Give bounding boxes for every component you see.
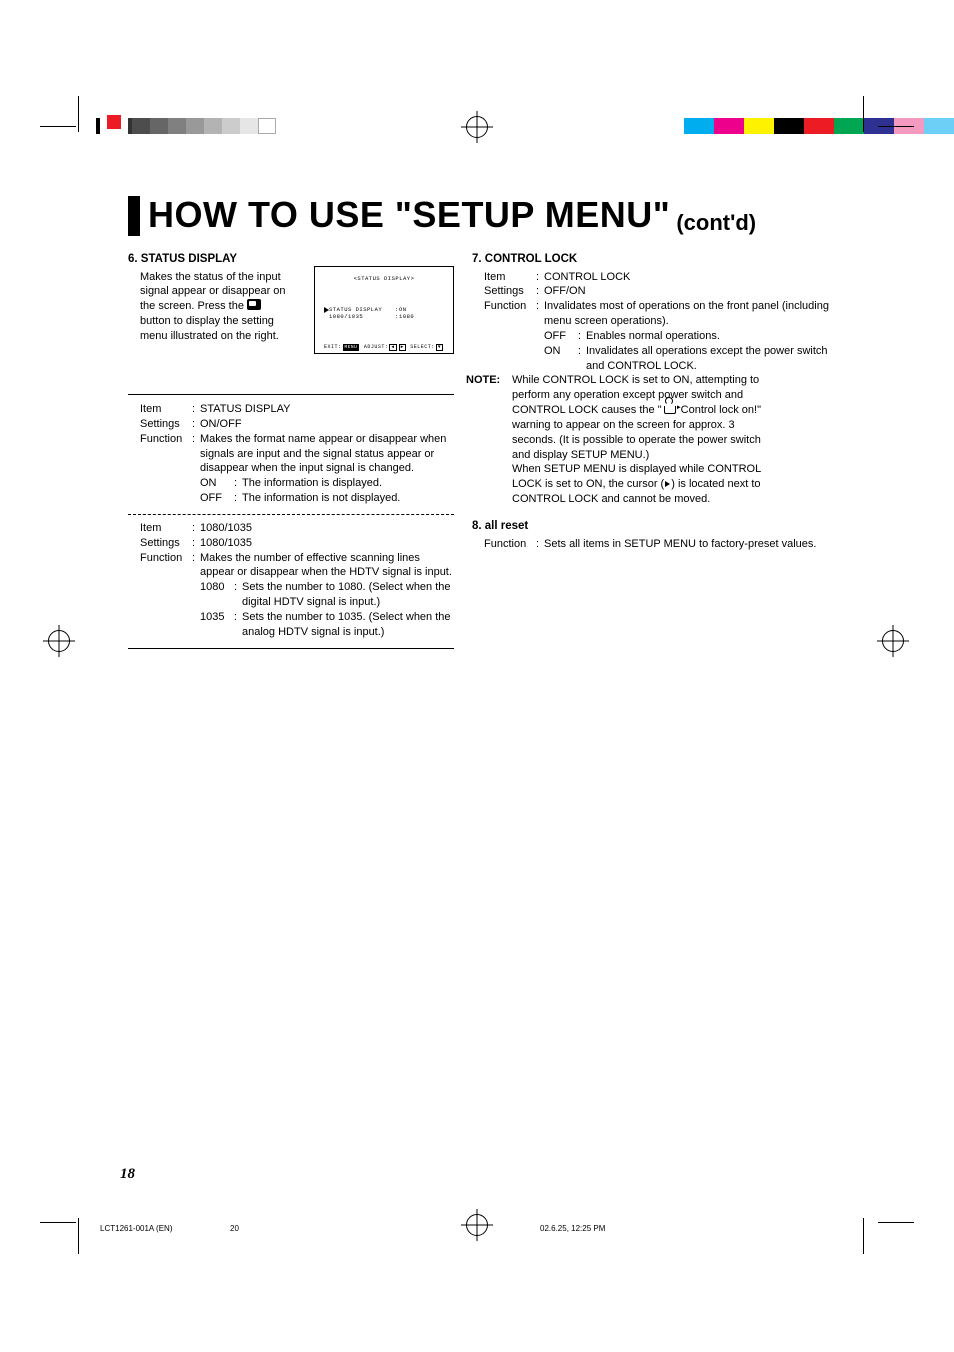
menu-key-icon: MENU bbox=[343, 344, 360, 351]
down-key-icon: ▼ bbox=[436, 344, 443, 351]
label-item: Item bbox=[484, 270, 536, 285]
item-control-lock: CONTROL LOCK bbox=[544, 270, 840, 285]
item-1080-1035: 1080/1035 bbox=[200, 521, 454, 536]
crop-mark bbox=[878, 1222, 914, 1223]
registration-crosshair-icon bbox=[882, 630, 904, 652]
section-6-intro: Makes the status of the input signal app… bbox=[140, 270, 320, 344]
label-function: Function bbox=[484, 299, 536, 329]
label-item: Item bbox=[140, 521, 192, 536]
registration-crosshair-icon bbox=[466, 1214, 488, 1236]
function-all-reset: Sets all items in SETUP MENU to factory-… bbox=[544, 537, 840, 552]
function-control-lock: Invalidates most of operations on the fr… bbox=[544, 299, 840, 329]
control-lock-note: NOTE: While CONTROL LOCK is set to ON, a… bbox=[466, 373, 840, 388]
left-key-icon: ◄ bbox=[389, 344, 396, 351]
divider bbox=[128, 394, 454, 395]
page-title-cont: (cont'd) bbox=[676, 210, 756, 236]
page-title-text: HOW TO USE "SETUP MENU" bbox=[148, 194, 670, 236]
settings-control-lock: OFF/ON bbox=[544, 284, 840, 299]
crop-mark bbox=[40, 126, 76, 127]
footer-sheet-num: 20 bbox=[230, 1224, 239, 1233]
function-status-display: Makes the format name appear or disappea… bbox=[200, 432, 454, 477]
divider bbox=[128, 514, 454, 515]
display-button-icon bbox=[247, 299, 261, 310]
label-settings: Settings bbox=[140, 417, 192, 432]
label-function: Function bbox=[140, 432, 192, 477]
crop-mark bbox=[78, 1218, 79, 1254]
cursor-right-icon bbox=[665, 481, 670, 487]
registration-crosshair-icon bbox=[48, 630, 70, 652]
settings-status-display: ON/OFF bbox=[200, 417, 454, 432]
control-lock-icon bbox=[664, 406, 676, 414]
crop-mark bbox=[78, 96, 79, 132]
page-title: HOW TO USE "SETUP MENU" (cont'd) bbox=[128, 194, 838, 236]
red-registration-square bbox=[100, 108, 128, 136]
crop-mark bbox=[40, 1222, 76, 1223]
function-1080-1035: Makes the number of effective scanning l… bbox=[200, 551, 454, 581]
right-key-icon: ► bbox=[399, 344, 406, 351]
divider bbox=[128, 648, 454, 649]
settings-1080-1035: 1080/1035 bbox=[200, 536, 454, 551]
label-item: Item bbox=[140, 402, 192, 417]
label-function: Function bbox=[484, 537, 536, 552]
registration-crosshair-icon bbox=[466, 116, 488, 138]
status-display-menu-screenshot: <STATUS DISPLAY> STATUS DISPLAY : ON 108… bbox=[314, 266, 454, 354]
crop-mark bbox=[863, 96, 864, 132]
item-status-display: STATUS DISPLAY bbox=[200, 402, 454, 417]
section-7-heading: 7. CONTROL LOCK bbox=[472, 252, 840, 268]
page-number: 18 bbox=[120, 1166, 135, 1183]
label-settings: Settings bbox=[140, 536, 192, 551]
label-function: Function bbox=[140, 551, 192, 581]
crop-mark bbox=[878, 126, 914, 127]
footer-doc-id: LCT1261-001A (EN) bbox=[100, 1224, 172, 1233]
label-settings: Settings bbox=[484, 284, 536, 299]
crop-mark bbox=[863, 1218, 864, 1254]
footer-timestamp: 02.6.25, 12:25 PM bbox=[540, 1224, 605, 1233]
section-8-heading: 8. all reset bbox=[472, 519, 840, 535]
